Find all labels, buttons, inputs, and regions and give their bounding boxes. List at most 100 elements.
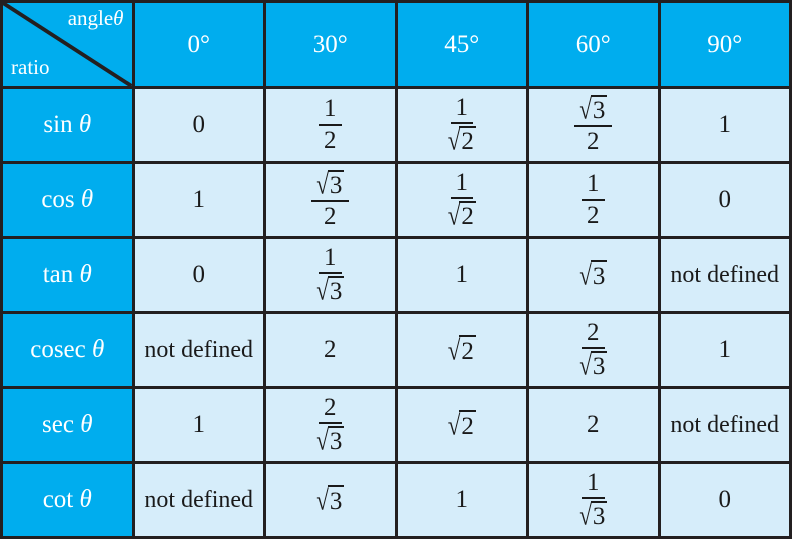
radical-icon: √ bbox=[579, 499, 592, 531]
fraction-value: √3 2 bbox=[574, 93, 613, 156]
not-defined-text: not defined bbox=[144, 337, 254, 363]
fraction-value: 12 bbox=[582, 170, 605, 229]
radicand-value: 3 bbox=[327, 169, 345, 199]
cell-cot-90deg: 0 bbox=[657, 461, 792, 539]
fraction-denominator: √2 bbox=[443, 199, 481, 231]
column-header-45deg: 45° bbox=[394, 0, 529, 89]
fraction-value: 2 √3 bbox=[311, 394, 349, 456]
radical-icon: √ bbox=[316, 168, 329, 199]
cell-sin-30deg: 12 bbox=[263, 86, 398, 164]
sqrt-value: √3 bbox=[316, 484, 345, 516]
fraction-value: 1 √2 bbox=[443, 169, 481, 231]
numeric-value: 1 bbox=[718, 111, 732, 138]
cell-sin-0deg: 0 bbox=[131, 86, 266, 164]
fraction-numerator: √3 bbox=[311, 168, 350, 202]
table-header-row: angleθ ratio 0° 30° 45° 60° 90° bbox=[0, 0, 792, 89]
table-row-cos: cos θ 1 √3 2 1 √2 12 0 bbox=[0, 161, 792, 239]
column-header-30deg: 30° bbox=[263, 0, 398, 89]
cell-tan-45deg: 1 bbox=[394, 236, 529, 314]
fraction-numerator: 1 bbox=[582, 170, 605, 201]
radical-icon: √ bbox=[579, 349, 592, 381]
fraction-numerator: 1 bbox=[450, 169, 473, 199]
radical-icon: √ bbox=[316, 274, 329, 306]
cell-cos-0deg: 1 bbox=[131, 161, 266, 239]
fraction-denominator: √3 bbox=[311, 424, 349, 456]
radicand-value: 3 bbox=[590, 259, 608, 291]
numeric-value: 0 bbox=[718, 486, 732, 513]
radicand-value: 2 bbox=[459, 334, 476, 366]
numeric-value: 1 bbox=[455, 486, 469, 513]
numeric-value: 1 bbox=[192, 411, 206, 438]
table-row-cot: cot θ not defined √3 1 1 √3 0 bbox=[0, 461, 792, 539]
cell-tan-30deg: 1 √3 bbox=[263, 236, 398, 314]
cell-sec-45deg: √2 bbox=[394, 386, 529, 464]
theta-symbol-cos: θ bbox=[80, 186, 94, 213]
radical-icon: √ bbox=[579, 93, 592, 124]
fraction-value: 1 √2 bbox=[443, 94, 481, 156]
column-header-90deg: 90° bbox=[657, 0, 792, 89]
fraction-denominator: √2 bbox=[443, 124, 481, 156]
radical-icon: √ bbox=[447, 124, 461, 156]
cell-sin-45deg: 1 √2 bbox=[394, 86, 529, 164]
row-header-cosec: cosec θ bbox=[0, 311, 135, 389]
theta-symbol-sec: θ bbox=[80, 411, 93, 438]
sqrt-value: √3 bbox=[579, 259, 608, 291]
radical-icon: √ bbox=[316, 424, 329, 456]
fraction-value: 2 √3 bbox=[574, 319, 612, 381]
fraction-numerator: 2 bbox=[582, 319, 605, 349]
fraction-numerator: 1 bbox=[582, 469, 605, 499]
theta-symbol-tan: θ bbox=[79, 261, 92, 288]
fraction-numerator-sqrt: √3 bbox=[579, 93, 608, 125]
cell-cosec-0deg: not defined bbox=[131, 311, 266, 389]
fraction-denominator-sqrt: √3 bbox=[579, 349, 608, 381]
row-header-cos: cos θ bbox=[0, 161, 135, 239]
radical-icon: √ bbox=[447, 199, 461, 231]
theta-symbol-cot: θ bbox=[79, 486, 92, 513]
row-header-sec: sec θ bbox=[0, 386, 135, 464]
cell-cot-0deg: not defined bbox=[131, 461, 266, 539]
radicand-value: 3 bbox=[590, 351, 608, 380]
radical-icon: √ bbox=[316, 484, 329, 515]
fraction-denominator-sqrt: √2 bbox=[447, 199, 476, 231]
numeric-value: 1 bbox=[455, 261, 469, 288]
cell-tan-90deg: not defined bbox=[657, 236, 792, 314]
cell-sec-30deg: 2 √3 bbox=[263, 386, 398, 464]
cell-sec-0deg: 1 bbox=[131, 386, 266, 464]
cell-cot-45deg: 1 bbox=[394, 461, 529, 539]
cell-cos-90deg: 0 bbox=[657, 161, 792, 239]
cell-cosec-60deg: 2 √3 bbox=[526, 311, 661, 389]
fraction-value: 12 bbox=[319, 95, 342, 154]
fraction-denominator: 2 bbox=[587, 128, 600, 155]
fraction-denominator-sqrt: √3 bbox=[316, 274, 345, 306]
fraction-denominator-sqrt: √3 bbox=[316, 424, 345, 456]
column-header-0deg: 0° bbox=[131, 0, 266, 89]
numeric-value: 0 bbox=[718, 186, 732, 213]
cell-tan-60deg: √3 bbox=[526, 236, 661, 314]
radicand-value: 2 bbox=[459, 201, 476, 230]
numeric-value: 0 bbox=[192, 261, 206, 288]
not-defined-text: not defined bbox=[144, 487, 254, 513]
not-defined-text: not defined bbox=[670, 262, 780, 288]
table-row-sec: sec θ 1 2 √3 √2 2 not defined bbox=[0, 386, 792, 464]
cell-cosec-90deg: 1 bbox=[657, 311, 792, 389]
cell-cosec-45deg: √2 bbox=[394, 311, 529, 389]
fraction-denominator: 2 bbox=[587, 201, 600, 229]
cell-sec-90deg: not defined bbox=[657, 386, 792, 464]
cell-cos-45deg: 1 √2 bbox=[394, 161, 529, 239]
trigonometric-ratios-table: angleθ ratio 0° 30° 45° 60° 90° sin θ 0 … bbox=[0, 0, 792, 539]
sqrt-value: √2 bbox=[448, 409, 476, 441]
radical-icon: √ bbox=[447, 334, 461, 365]
fraction-numerator: 1 bbox=[319, 244, 342, 274]
sqrt-value: √2 bbox=[447, 334, 476, 366]
theta-symbol-cosec: θ bbox=[92, 336, 105, 363]
radicand-value: 3 bbox=[327, 484, 345, 516]
fraction-denominator: √3 bbox=[574, 499, 612, 531]
corner-ratio-label: ratio bbox=[11, 55, 50, 79]
fraction-value: √3 2 bbox=[311, 168, 350, 231]
cell-cosec-30deg: 2 bbox=[263, 311, 398, 389]
radicand-value: 3 bbox=[590, 94, 608, 124]
cell-sin-90deg: 1 bbox=[657, 86, 792, 164]
cell-sec-60deg: 2 bbox=[526, 386, 661, 464]
row-header-tan: tan θ bbox=[0, 236, 135, 314]
column-header-60deg: 60° bbox=[526, 0, 661, 89]
